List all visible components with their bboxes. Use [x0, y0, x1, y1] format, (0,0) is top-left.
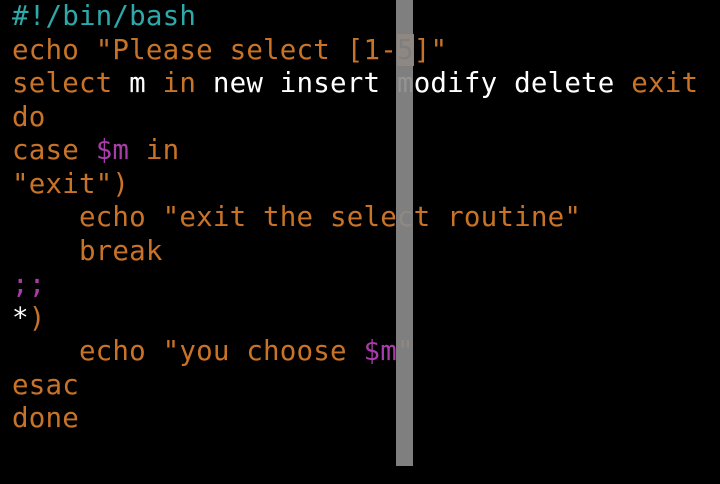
code-token-string: "Please select [1-	[95, 33, 397, 66]
code-line: break	[12, 235, 698, 269]
code-token-variable: $m	[95, 134, 130, 166]
vertical-scrollbar[interactable]	[396, 0, 413, 466]
code-line: done	[12, 402, 698, 436]
code-line: select m in new insert modify delete exi…	[12, 67, 698, 101]
code-token-string: "exit the select routine"	[162, 201, 582, 233]
code-line: echo "Please select [1-5]"	[12, 33, 698, 68]
code-line: #!/bin/bash	[12, 0, 698, 34]
code-line: echo "exit the select routine"	[12, 201, 698, 235]
code-token-variable: $m	[363, 335, 397, 367]
code-token-keyword: break	[12, 234, 163, 267]
code-token-keyword: )	[112, 167, 130, 200]
code-token-keyword: in	[129, 134, 180, 166]
code-editor[interactable]: #!/bin/bashecho "Please select [1-5]"sel…	[12, 0, 698, 436]
code-token-keyword: exit	[631, 67, 699, 99]
code-token-keyword: echo	[12, 201, 163, 233]
code-token-string: ]"	[413, 33, 448, 66]
code-token-keyword: echo	[12, 335, 163, 367]
code-token-string: "exit"	[12, 167, 113, 200]
code-token-plain: m	[112, 67, 163, 99]
code-line: *)	[12, 302, 698, 336]
code-line: do	[12, 101, 698, 135]
code-line: ;;	[12, 268, 698, 302]
code-token-plain: new insert modify delete	[196, 67, 632, 99]
code-token-keyword: echo	[12, 33, 96, 66]
code-line: case $m in	[12, 134, 698, 168]
code-token-variable: ;;	[12, 268, 46, 300]
code-token-keyword: )	[28, 301, 46, 334]
code-token-keyword: case	[12, 134, 96, 166]
code-token-string: "you choose	[162, 335, 364, 367]
code-token-keyword: in	[162, 67, 197, 99]
code-token-comment: #!/bin/bash	[12, 0, 197, 32]
code-token-keyword: select	[12, 67, 113, 99]
terminal-window[interactable]: #!/bin/bashecho "Please select [1-5]"sel…	[0, 0, 720, 484]
code-token-keyword: done	[12, 402, 79, 434]
code-line: "exit")	[12, 168, 698, 202]
code-token-keyword: esac	[12, 368, 79, 401]
code-token-plain: *	[12, 301, 29, 334]
code-line: esac	[12, 369, 698, 403]
code-line: echo "you choose $m"	[12, 335, 698, 369]
code-token-keyword: do	[12, 100, 46, 133]
